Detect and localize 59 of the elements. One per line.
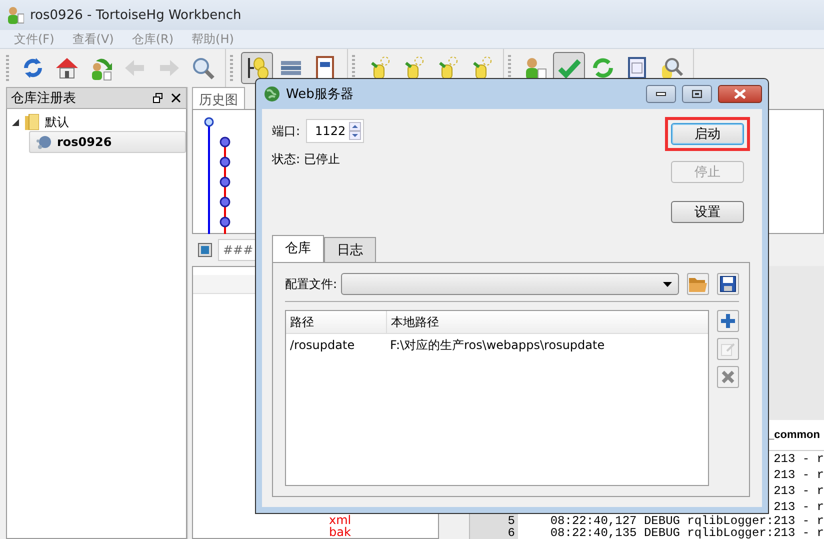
minimize-icon <box>656 92 666 96</box>
delete-icon <box>721 370 735 384</box>
toolbar-button[interactable] <box>241 52 273 84</box>
log-line: 213 - r <box>772 483 824 499</box>
spin-arrows-icon[interactable] <box>348 122 361 140</box>
edit-icon <box>721 342 735 356</box>
close-icon <box>734 89 746 99</box>
tab[interactable]: 历史图 <box>192 87 245 109</box>
house-icon <box>54 55 80 81</box>
dropdown-arrow-icon <box>663 282 672 286</box>
folder-icon <box>25 114 39 130</box>
log-line: 08:22:40,127 DEBUG rqlibLogger:213 - r <box>549 515 824 527</box>
file-name[interactable]: bak <box>193 526 351 538</box>
column-header: _common <box>768 429 820 441</box>
maximize-button[interactable] <box>682 85 712 103</box>
status-label: 状态: <box>272 151 300 168</box>
tree-item[interactable]: ros0926 <box>29 131 186 153</box>
table-cell-text: /rosupdate <box>289 338 356 352</box>
panel-title: 仓库注册表 <box>11 90 77 107</box>
config-label: 配置文件: <box>285 276 338 292</box>
checkbox-icon[interactable] <box>198 243 212 257</box>
table-cell-text: F:\对应的生产ros\webapps\rosupdate <box>389 336 605 354</box>
column-header: 本地路径 <box>390 314 439 330</box>
file-name[interactable]: xml <box>193 514 352 526</box>
float-icon[interactable] <box>153 93 163 103</box>
plus-icon <box>721 314 735 328</box>
save-button[interactable] <box>717 273 739 295</box>
log-line: 213 - r <box>772 499 824 515</box>
log-line: 213 - r <box>772 451 824 467</box>
search-icon <box>190 55 216 81</box>
expand-arrow-icon[interactable] <box>12 118 19 126</box>
maximize-icon <box>692 90 702 98</box>
close-button[interactable] <box>718 85 762 103</box>
dialog-title: Web服务器 <box>286 86 354 103</box>
port-label: 端口: <box>272 122 300 140</box>
log-line: 08:22:40,135 DEBUG rqlibLogger:213 - r <box>549 527 824 539</box>
dialog-button[interactable]: 启动 <box>671 123 744 145</box>
open-folder-button[interactable] <box>687 273 709 295</box>
minimize-button[interactable] <box>646 85 676 103</box>
line-number: 5 <box>508 514 515 528</box>
save-icon <box>720 276 736 292</box>
add-button[interactable] <box>717 310 739 332</box>
tab[interactable]: 仓库 <box>272 235 324 262</box>
column-header: 路径 <box>286 311 387 333</box>
remove-button[interactable] <box>717 366 739 388</box>
repository-icon <box>35 134 51 150</box>
log-line: 213 - r <box>772 467 824 483</box>
user-icon <box>8 6 24 24</box>
tree-item[interactable]: 默认 <box>45 114 69 130</box>
close-icon[interactable] <box>171 93 181 103</box>
dialog-button[interactable]: 设置 <box>671 201 744 223</box>
status-value: 已停止 <box>304 151 340 168</box>
config-dropdown[interactable] <box>341 273 679 295</box>
tab[interactable]: 日志 <box>324 237 376 262</box>
globe-icon <box>264 86 280 102</box>
port-spinbox[interactable]: 1122 <box>306 119 364 143</box>
folder-icon <box>689 276 707 292</box>
window-title: ros0926 - TortoiseHg Workbench <box>30 8 242 22</box>
line-number: 6 <box>508 526 515 539</box>
